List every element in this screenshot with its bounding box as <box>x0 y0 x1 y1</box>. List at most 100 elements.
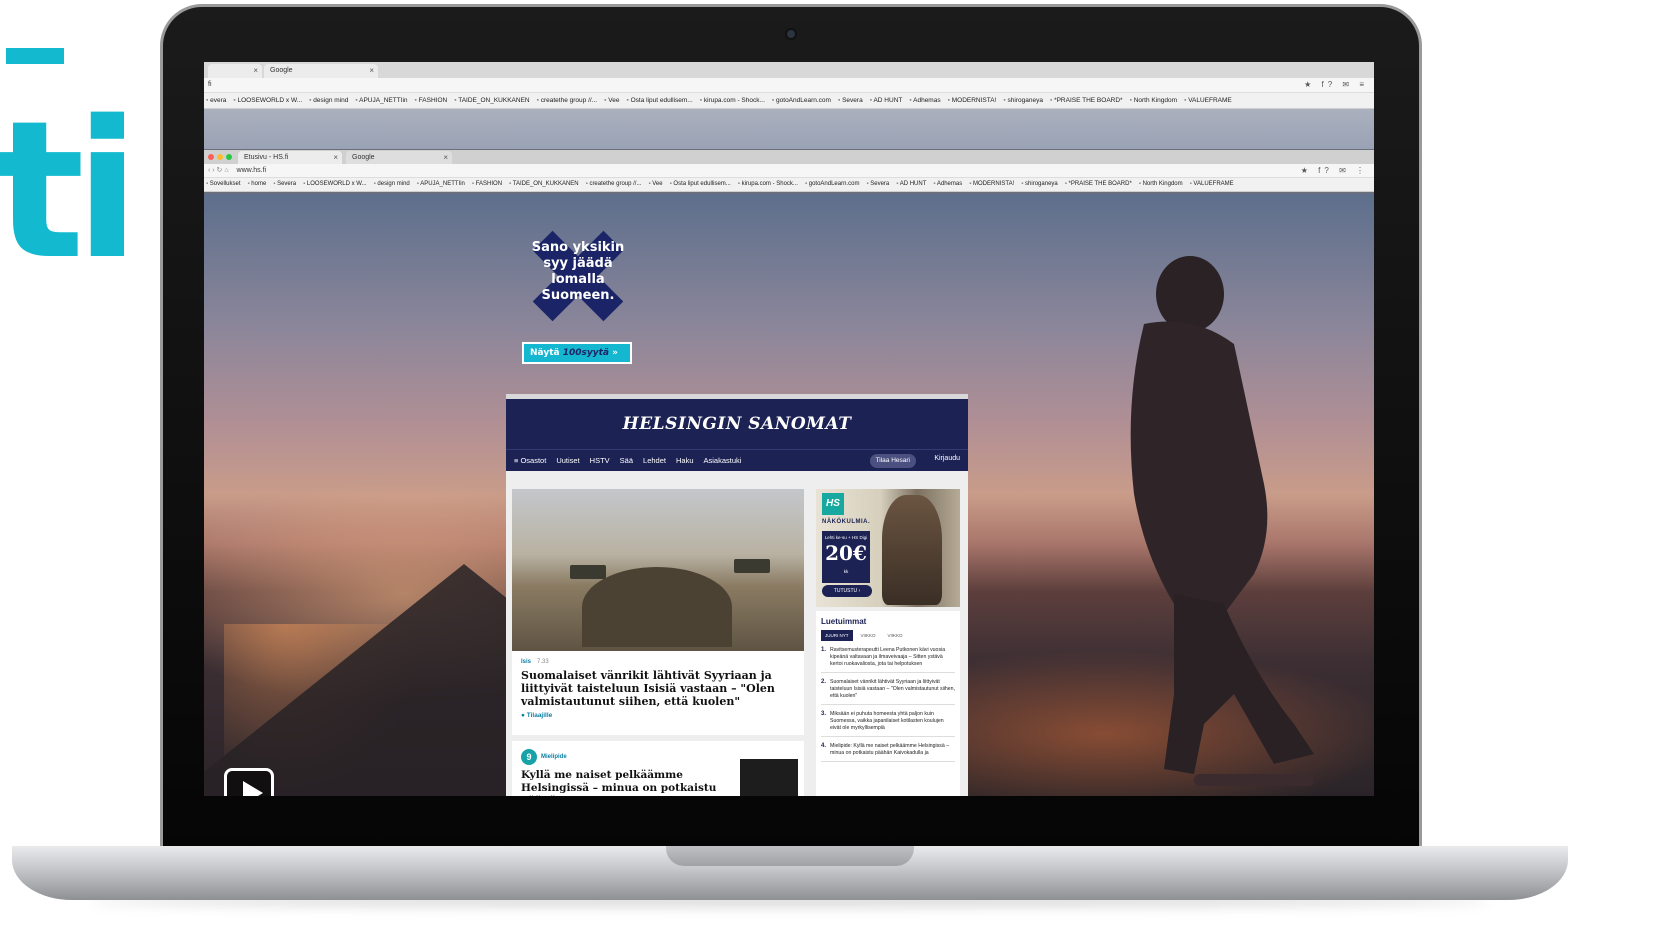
bookmark-item[interactable]: Adhemas <box>933 181 962 187</box>
maximize-window-icon[interactable] <box>226 154 232 160</box>
nav-news[interactable]: Uutiset <box>556 456 579 465</box>
story-kicker: Isis 7.33 <box>521 659 549 665</box>
play-button[interactable] <box>224 768 274 796</box>
bookmark-item[interactable]: Severa <box>273 181 296 187</box>
most-read-title: Luetuimmat <box>821 617 867 626</box>
nav-search[interactable]: Haku <box>676 456 694 465</box>
back-tab-1[interactable]: × <box>208 64 262 78</box>
subscription-ad[interactable]: HS NÄKÖKULMIA. Lehti ke-su + HS Digi 20€… <box>816 489 960 607</box>
close-icon[interactable]: × <box>369 66 374 75</box>
nav-papers[interactable]: Lehdet <box>643 456 666 465</box>
play-icon <box>243 781 263 796</box>
most-read-item[interactable]: 3. Miksään ei puhuta homeesta yhtä paljon… <box>821 711 955 737</box>
back-tab-google[interactable]: Google × <box>264 64 378 78</box>
bookmark-item[interactable]: Sovellukset <box>206 181 241 187</box>
nav-arrows-icon[interactable]: ‹ › ↻ ⌂ <box>208 167 229 174</box>
main-story-card[interactable]: Isis 7.33 Suomalaiset vänrikit lähtivät S… <box>512 489 804 735</box>
bookmark-item[interactable]: gotoAndLearn.com <box>772 97 831 104</box>
bookmark-item[interactable]: LOOSEWORLD x W... <box>303 181 367 187</box>
front-url[interactable]: www.hs.fi <box>237 167 267 174</box>
bookmark-item[interactable]: VALUEFRAME <box>1190 181 1233 187</box>
toolbar-icons[interactable]: ★ f? ✉ ⋮ <box>1301 166 1368 175</box>
bookmark-item[interactable]: *PRAISE THE BOARD* <box>1050 97 1123 104</box>
bookmark-item[interactable]: design mind <box>374 181 409 187</box>
bookmark-item[interactable]: kirupa.com - Shock... <box>700 97 765 104</box>
nav-sections[interactable]: ≡ Osastot <box>514 456 546 465</box>
back-page <box>204 109 1374 149</box>
most-read-widget: Luetuimmat JUURI NYT VIIKKO VIIKKO 1. Rav… <box>816 611 960 796</box>
most-read-item[interactable]: 4. Mielipide: Kyllä me naiset pelkäämme H… <box>821 743 955 762</box>
bookmark-item[interactable]: Osta liput edullisem... <box>670 181 730 187</box>
bookmark-item[interactable]: APUJA_NETTIin <box>355 97 407 104</box>
login-link[interactable]: Kirjaudu <box>934 455 960 462</box>
bookmark-item[interactable]: createthe group //... <box>586 181 641 187</box>
bookmark-item[interactable]: APUJA_NETTIin <box>417 181 465 187</box>
minimize-window-icon[interactable] <box>217 154 223 160</box>
bookmark-item[interactable]: *PRAISE THE BOARD* <box>1065 181 1132 187</box>
brand-bar <box>6 48 64 64</box>
bookmark-item[interactable]: Vee <box>648 181 662 187</box>
bookmark-item[interactable]: Osta liput edullisem... <box>626 97 693 104</box>
bookmark-item[interactable]: AD HUNT <box>896 181 927 187</box>
close-icon[interactable]: × <box>253 66 258 75</box>
bookmark-item[interactable]: Vee <box>604 97 619 104</box>
bookmark-item[interactable]: VALUEFRAME <box>1184 97 1232 104</box>
ad-more-button[interactable]: TUTUSTU › <box>822 585 872 597</box>
hs-logo: HS <box>822 493 844 515</box>
bookmark-item[interactable]: Severa <box>866 181 889 187</box>
back-url[interactable]: fi <box>208 81 212 88</box>
toolbar-icons[interactable]: ★ f? ✉ ≡ <box>1304 80 1368 89</box>
showcase: ti × Google× fi ★ f? ✉ ≡ evera LOOSEWORLD… <box>0 0 1656 952</box>
bookmark-item[interactable]: TAIDE_ON_KUKKANEN <box>509 181 579 187</box>
bookmark-item[interactable]: TAIDE_ON_KUKKANEN <box>454 97 529 104</box>
tab-period-1[interactable]: VIIKKO <box>857 630 880 641</box>
tab-google[interactable]: Google × <box>346 151 452 164</box>
front-browser-window: Etusivu - HS.fi × Google × ‹ › ↻ ⌂ www.hs.… <box>204 150 1374 796</box>
second-story-card[interactable]: 9 Mielipide Kyllä me naiset pelkäämme Hel… <box>512 741 804 796</box>
close-icon[interactable]: × <box>333 153 338 162</box>
tab-right-now[interactable]: JUURI NYT <box>821 630 853 641</box>
truck <box>570 565 606 579</box>
ad-portrait <box>882 495 942 605</box>
most-read-item[interactable]: 2. Suomalaiset vänrikit lähtivät Syyriaan… <box>821 679 955 705</box>
bookmark-item[interactable]: Severa <box>838 97 863 104</box>
bookmark-item[interactable]: FASHION <box>415 97 448 104</box>
bookmark-item[interactable]: design mind <box>309 97 348 104</box>
story-headline[interactable]: Suomalaiset vänrikit lähtivät Syyriaan j… <box>521 669 795 708</box>
nav-weather[interactable]: Sää <box>620 456 633 465</box>
brand-letters: ti <box>0 80 140 301</box>
bookmark-item[interactable]: gotoAndLearn.com <box>805 181 860 187</box>
bookmark-item[interactable]: Adhemas <box>909 97 940 104</box>
show-reasons-button[interactable]: Näytä 100syytä » <box>522 342 632 364</box>
bookmark-item[interactable]: shiroganeya <box>1003 97 1043 104</box>
front-address-bar[interactable]: ‹ › ↻ ⌂ www.hs.fi ★ f? ✉ ⋮ <box>204 164 1374 178</box>
bookmark-item[interactable]: North Kingdom <box>1130 97 1177 104</box>
bookmark-item[interactable]: LOOSEWORLD x W... <box>233 97 303 104</box>
bookmark-item[interactable]: MODERNISTA! <box>948 97 997 104</box>
masthead[interactable]: HELSINGIN SANOMAT <box>506 399 968 449</box>
nav-hstv[interactable]: HSTV <box>590 456 610 465</box>
bookmark-item[interactable]: MODERNISTA! <box>969 181 1014 187</box>
campaign-x-badge[interactable]: Sano yksikin syy jäädä lomalla Suomeen. <box>522 220 634 332</box>
bookmark-item[interactable]: shiroganeya <box>1021 181 1058 187</box>
hero-video-background: Sano yksikin syy jäädä lomalla Suomeen. … <box>204 194 1374 796</box>
close-icon[interactable]: × <box>443 153 448 162</box>
bookmark-item[interactable]: North Kingdom <box>1139 181 1183 187</box>
hs-nav: ≡ Osastot Uutiset HSTV Sää Lehdet Haku A… <box>506 449 968 471</box>
back-address-bar[interactable]: fi ★ f? ✉ ≡ <box>204 78 1374 93</box>
subscribe-button[interactable]: Tilaa Hesari <box>869 454 916 468</box>
tab-hs[interactable]: Etusivu - HS.fi × <box>238 151 342 164</box>
most-read-item[interactable]: 1. Ravitsemusterapeutti Leena Putkonen kä… <box>821 647 955 673</box>
bookmark-item[interactable]: evera <box>206 97 226 104</box>
ad-title: NÄKÖKULMIA. <box>822 519 871 525</box>
close-window-icon[interactable] <box>208 154 214 160</box>
nav-support[interactable]: Asiakastuki <box>704 456 742 465</box>
story-headline[interactable]: Kyllä me naiset pelkäämme Helsingissä – … <box>521 769 734 796</box>
tab-period-2[interactable]: VIIKKO <box>884 630 907 641</box>
bookmark-item[interactable]: kirupa.com - Shock... <box>738 181 798 187</box>
campaign-slogan: Sano yksikin syy jäädä lomalla Suomeen. <box>531 240 625 303</box>
bookmark-item[interactable]: createthe group //... <box>537 97 597 104</box>
bookmark-item[interactable]: AD HUNT <box>870 97 902 104</box>
bookmark-item[interactable]: FASHION <box>472 181 502 187</box>
bookmark-item[interactable]: home <box>247 181 266 187</box>
